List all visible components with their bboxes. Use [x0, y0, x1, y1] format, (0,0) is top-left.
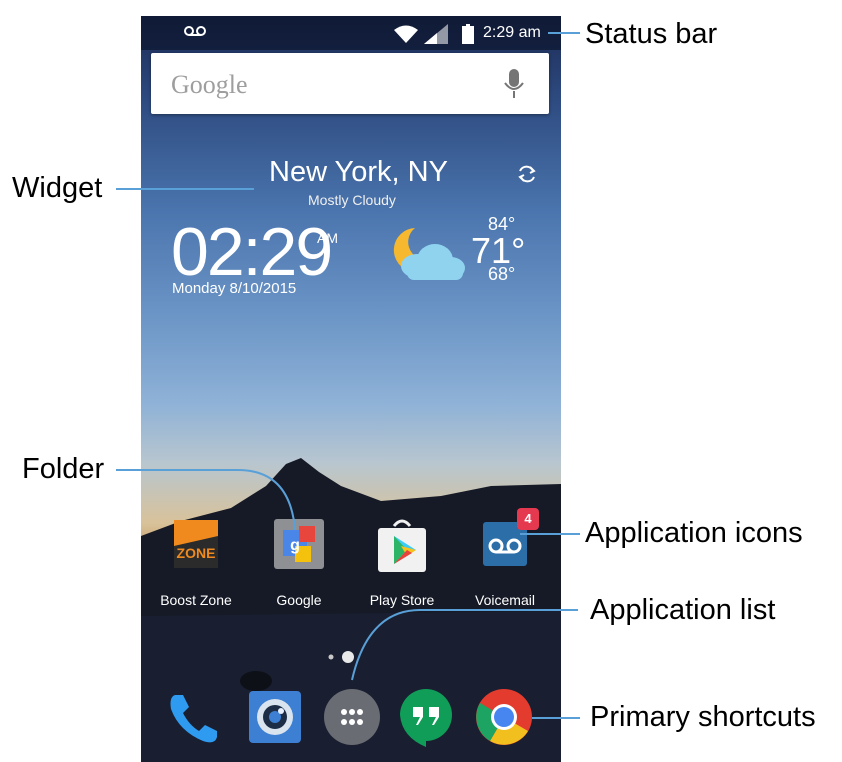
- callout-application-icons: Application icons: [585, 517, 803, 549]
- callout-primary-shortcuts: Primary shortcuts: [590, 701, 816, 733]
- callout-application-list: Application list: [590, 594, 776, 626]
- callout-widget: Widget: [12, 172, 103, 204]
- callout-status-bar: Status bar: [585, 18, 718, 50]
- callout-folder: Folder: [22, 453, 105, 485]
- callout-lines: [116, 32, 580, 719]
